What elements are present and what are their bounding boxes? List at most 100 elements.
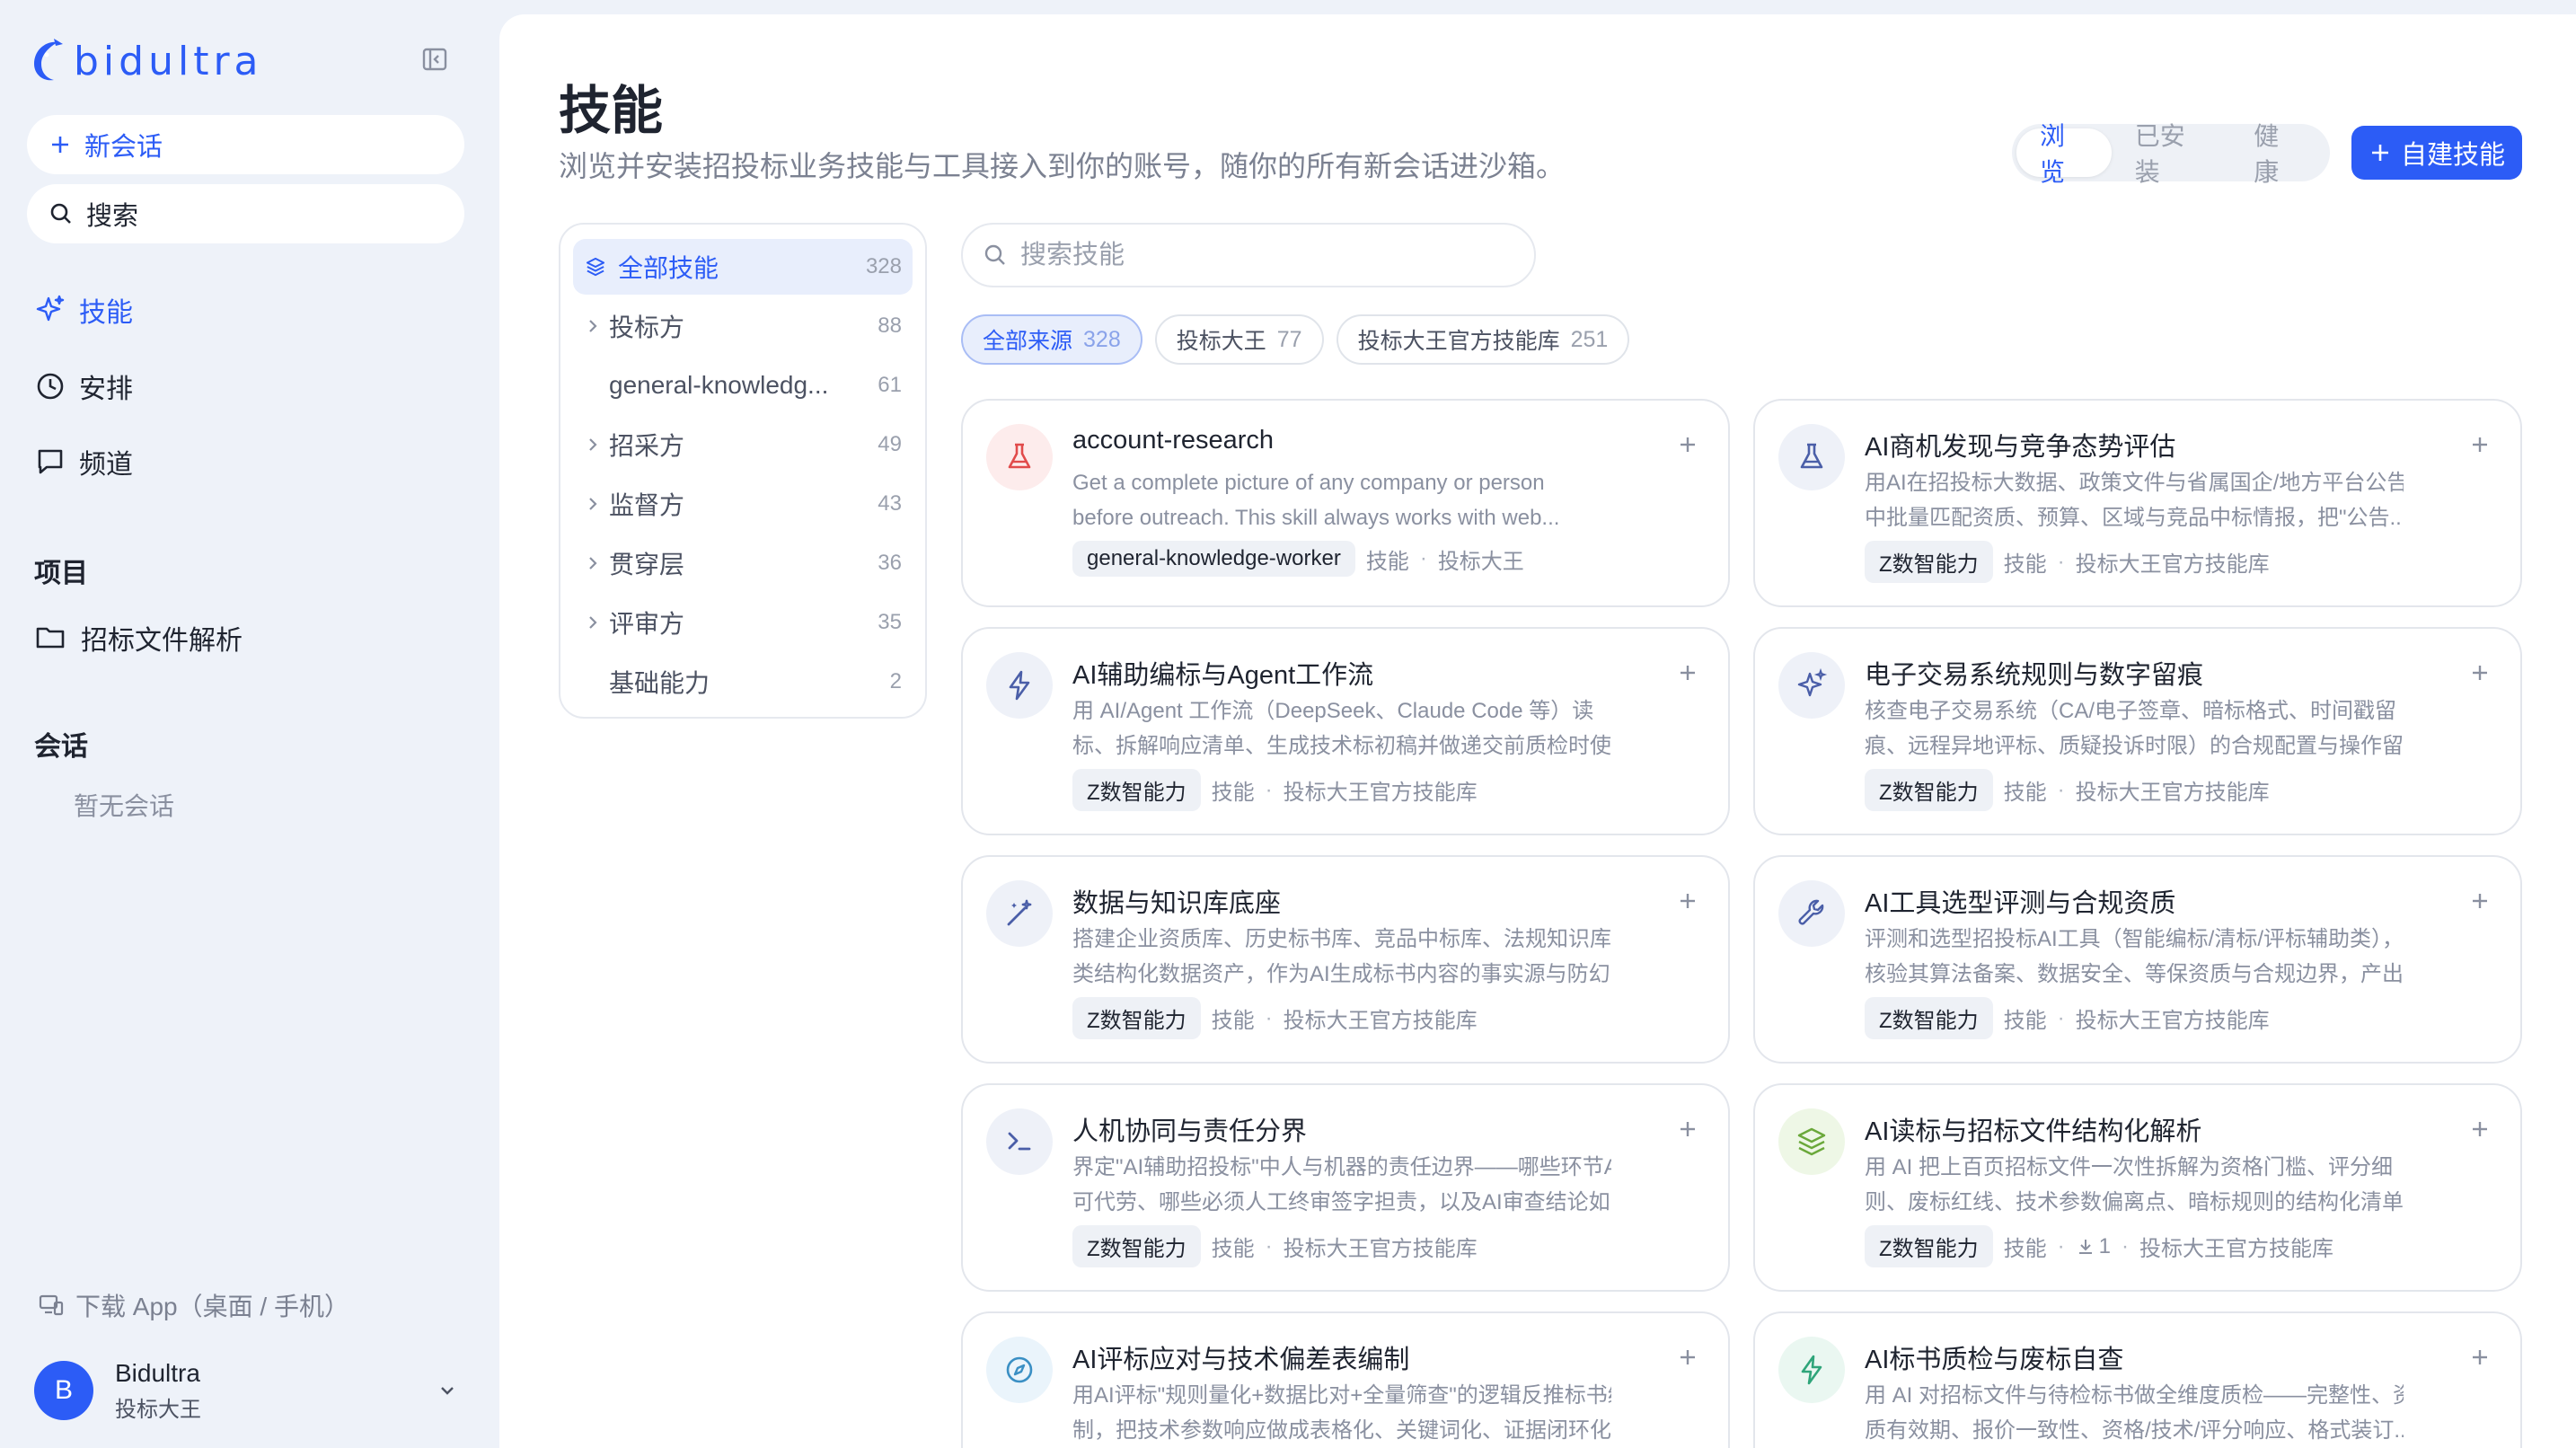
skill-description: 用AI评标"规则量化+数据比对+全量筛查"的逻辑反推标书编 制，把技术参数响应做成… — [1072, 1378, 1611, 1448]
skill-description: Get a complete picture of any company or… — [1072, 465, 1611, 535]
category-count: 36 — [878, 551, 902, 575]
project-label: 招标文件解析 — [81, 626, 243, 656]
tab-installed[interactable]: 已安装 — [2112, 122, 2231, 186]
sessions-empty-text: 暂无会话 — [74, 792, 175, 820]
category-item[interactable]: 监督方 43 — [573, 476, 913, 532]
sidebar-item-channels[interactable]: 频道 — [27, 430, 476, 493]
plus-icon — [2473, 894, 2487, 908]
separator-dot: · — [1265, 1233, 1273, 1258]
sparkle-icon — [1778, 652, 1845, 719]
category-count: 43 — [878, 491, 902, 516]
source-chip[interactable]: 投标大王官方技能库 251 — [1336, 314, 1630, 365]
skill-card[interactable]: 数据与知识库底座 搭建企业资质库、历史标书库、竞品中标库、法规知识库四 类结构化数据… — [961, 855, 1730, 1064]
add-skill-button[interactable] — [1674, 1344, 1701, 1371]
add-skill-button[interactable] — [2466, 1116, 2493, 1143]
skill-source: 投标大王官方技能库 — [2075, 552, 2270, 577]
separator-dot: · — [1419, 546, 1427, 570]
magic-wand-icon — [986, 880, 1053, 947]
add-skill-button[interactable] — [1674, 431, 1701, 458]
category-label: 评审方 — [609, 610, 685, 638]
skill-kind: 技能 — [2003, 1009, 2047, 1033]
skill-description-line: 搭建企业资质库、历史标书库、竞品中标库、法规知识库四 — [1072, 927, 1611, 951]
skill-card[interactable]: AI辅助编标与Agent工作流用 AI/Agent 工作流（DeepSeek、C… — [961, 627, 1730, 835]
skill-tag: Z数智能力 — [1072, 1225, 1201, 1267]
category-item[interactable]: 投标方 88 — [573, 298, 913, 354]
separator-dot: · — [2057, 549, 2065, 574]
category-count: 2 — [889, 669, 902, 693]
skill-title: AI商机发现与竞争态势评估 — [1865, 433, 2176, 462]
sidebar-item-label: 频道 — [79, 450, 133, 480]
search-icon — [50, 203, 71, 224]
category-item[interactable]: general-knowledg... 61 — [573, 358, 913, 413]
skill-card[interactable]: account-research Get a complete picture o… — [961, 399, 1730, 607]
sidebar-item-skills[interactable]: 技能 — [27, 278, 476, 341]
plus-icon — [1681, 1350, 1695, 1364]
skill-source: 投标大王官方技能库 — [1283, 781, 1478, 805]
search-icon — [984, 244, 1005, 265]
add-skill-button[interactable] — [1674, 659, 1701, 686]
separator-dot: · — [1265, 777, 1273, 802]
skill-description: 用 AI/Agent 工作流（DeepSeek、Claude Code 等）读标… — [1072, 693, 1611, 764]
source-chip-count: 251 — [1570, 326, 1609, 352]
plus-icon — [2371, 145, 2388, 161]
new-chat-button[interactable]: 新会话 — [27, 115, 464, 174]
download-app-label: 下载 App（桌面 / 手机） — [75, 1293, 349, 1320]
skill-source: 投标大王 — [1437, 549, 1524, 574]
skill-title: AI辅助编标与Agent工作流 — [1072, 661, 1374, 690]
view-switch: 浏览 已安装 健康 — [2012, 122, 2330, 186]
skill-card[interactable]: AI商机发现与竞争态势评估 用AI在招投标大数据、政策文件与省属国企/地方平台公告… — [1753, 399, 2522, 607]
chevron-down-icon — [441, 1387, 454, 1395]
category-item[interactable]: 基础能力 2 — [573, 654, 913, 710]
sessions-section-title: 会话 — [34, 732, 88, 762]
skill-title: AI读标与招标文件结构化解析 — [1865, 1117, 2202, 1146]
skill-description-line: 标、拆解响应清单、生成技术标初稿并做递交前质检时使... — [1072, 734, 1611, 758]
category-item[interactable]: 招采方 49 — [573, 417, 913, 472]
skill-card[interactable]: 电子交易系统规则与数字留痕 核查电子交易系统（CA/电子签章、暗标格式、时间戳留痕… — [1753, 627, 2522, 835]
skill-description-line: 用 AI/Agent 工作流（DeepSeek、Claude Code 等）读 — [1072, 699, 1594, 723]
category-count: 88 — [878, 313, 902, 338]
sidebar-search-button[interactable]: 搜索 — [27, 184, 464, 243]
category-item[interactable]: 全部技能 328 — [573, 239, 913, 295]
user-menu[interactable]: B Bidultra 投标大王 — [27, 1355, 467, 1426]
install-count: 1 — [2076, 1234, 2111, 1259]
skill-kind: 技能 — [1211, 781, 1255, 805]
category-item[interactable]: 贯穿层 36 — [573, 535, 913, 591]
add-skill-button[interactable] — [1674, 1116, 1701, 1143]
skill-search-input[interactable] — [1020, 240, 1505, 270]
category-item[interactable]: 评审方 35 — [573, 595, 913, 650]
tab-browse[interactable]: 浏览 — [2016, 122, 2112, 186]
sidebar-item-schedule[interactable]: 安排 — [27, 355, 476, 418]
project-item[interactable]: 招标文件解析 — [34, 618, 243, 658]
source-chip-count: 77 — [1276, 326, 1302, 352]
skill-card[interactable]: AI读标与招标文件结构化解析用 AI 把上百页招标文件一次性拆解为资格门槛、评分… — [1753, 1083, 2522, 1292]
skill-card[interactable]: 人机协同与责任分界 界定"AI辅助招投标"中人与机器的责任边界——哪些环节AI 可代… — [961, 1083, 1730, 1292]
download-app-link[interactable]: 下载 App（桌面 / 手机） — [38, 1287, 349, 1323]
add-skill-button[interactable] — [2466, 887, 2493, 914]
skill-kind: 技能 — [2003, 552, 2047, 577]
compass-icon — [986, 1337, 1053, 1403]
tab-health[interactable]: 健康 — [2230, 122, 2325, 186]
plus-icon — [1681, 894, 1695, 908]
collapse-sidebar-icon[interactable] — [420, 45, 449, 74]
add-skill-button[interactable] — [2466, 431, 2493, 458]
source-chip[interactable]: 投标大王 77 — [1154, 314, 1324, 365]
terminal-icon — [986, 1108, 1053, 1175]
skill-kind: 技能 — [1365, 549, 1409, 574]
skill-meta: Z数智能力 技能 · 投标大王官方技能库 — [1072, 997, 1478, 1039]
add-skill-button[interactable] — [2466, 1344, 2493, 1371]
add-skill-button[interactable] — [1674, 887, 1701, 914]
source-chip-label: 投标大王 — [1176, 329, 1266, 354]
projects-section-title: 项目 — [34, 559, 88, 588]
source-chip[interactable]: 全部来源 328 — [961, 314, 1142, 365]
skill-title: AI工具选型评测与合规资质 — [1865, 889, 2176, 918]
separator-dot: · — [2057, 1005, 2065, 1030]
create-skill-button[interactable]: 自建技能 — [2351, 126, 2522, 180]
skill-card[interactable]: AI工具选型评测与合规资质 评测和选型招投标AI工具（智能编标/清标/评标辅助类）… — [1753, 855, 2522, 1064]
skill-card[interactable]: AI评标应对与技术偏差表编制用AI评标"规则量化+数据比对+全量筛查"的逻辑反推… — [961, 1311, 1730, 1448]
brand[interactable]: bidultra — [27, 34, 263, 88]
add-skill-button[interactable] — [2466, 659, 2493, 686]
skill-title: AI评标应对与技术偏差表编制 — [1072, 1346, 1410, 1374]
skill-description: 搭建企业资质库、历史标书库、竞品中标库、法规知识库四 类结构化数据资产，作为AI生… — [1072, 922, 1611, 992]
skill-card[interactable]: AI标书质检与废标自查用 AI 对招标文件与待检标书做全维度质检——完整性、资质… — [1753, 1311, 2522, 1448]
skill-description-line: before outreach. This skill always works… — [1072, 506, 1560, 530]
